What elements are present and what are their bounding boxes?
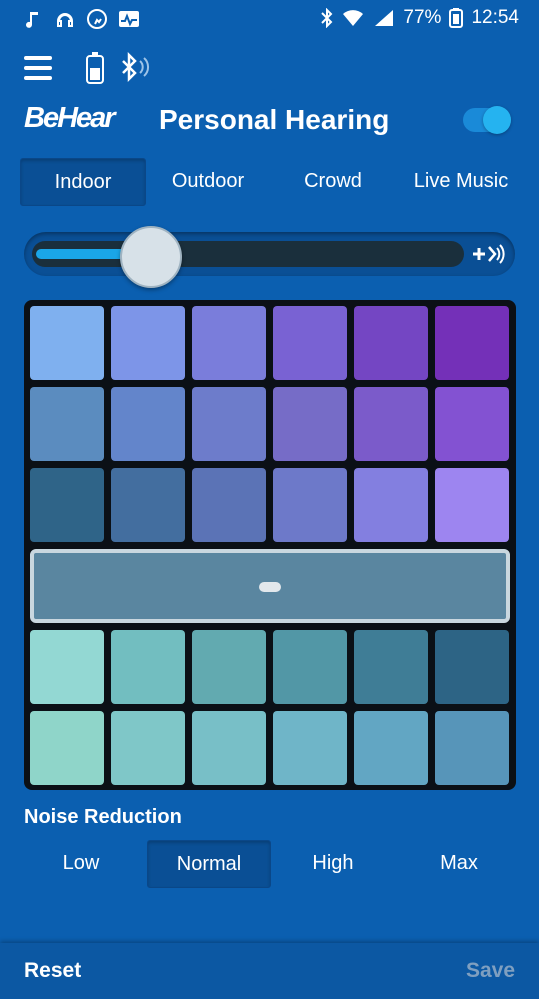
app-toolbar — [0, 44, 539, 94]
signal-icon — [375, 10, 394, 26]
noise-option-normal[interactable]: Normal — [147, 840, 271, 888]
activity-icon — [119, 11, 139, 27]
personal-hearing-toggle[interactable] — [463, 106, 511, 134]
toggle-knob — [483, 106, 511, 134]
option-label: High — [312, 851, 354, 874]
grid-cell[interactable] — [192, 711, 266, 785]
battery-saver-icon — [449, 8, 464, 28]
grid-cell[interactable] — [192, 306, 266, 380]
device-battery-icon — [86, 52, 104, 84]
menu-icon-bar — [24, 76, 52, 80]
save-button[interactable]: Save — [466, 959, 515, 983]
grid-cell[interactable] — [30, 306, 104, 380]
tab-label: Live Music — [413, 169, 509, 192]
tuning-grid — [24, 300, 516, 790]
grid-cell[interactable] — [435, 387, 509, 461]
menu-button[interactable] — [24, 56, 52, 82]
clock: 12:54 — [471, 7, 519, 28]
grid-cell[interactable] — [192, 387, 266, 461]
grid-cell[interactable] — [111, 387, 185, 461]
environment-tabs: Indoor Outdoor Crowd Live Music — [20, 158, 525, 206]
option-label: Low — [62, 851, 100, 874]
battery-percent: 77% — [403, 7, 442, 28]
grid-cell[interactable] — [354, 387, 428, 461]
grid-cell[interactable] — [435, 306, 509, 380]
grid-cell[interactable] — [435, 711, 509, 785]
noise-reduction-options: Low Normal High Max — [20, 840, 525, 888]
status-bar: 77% 12:54 — [0, 0, 539, 38]
balance-bar[interactable] — [30, 549, 510, 623]
grid-cell[interactable] — [273, 468, 347, 542]
option-label: Normal — [176, 852, 242, 875]
tab-outdoor[interactable]: Outdoor — [146, 158, 270, 204]
bluetooth-connected-icon — [122, 52, 150, 82]
header: BeHear Personal Hearing — [0, 96, 539, 144]
grid-cell[interactable] — [111, 468, 185, 542]
tab-indoor[interactable]: Indoor — [20, 158, 146, 206]
music-note-icon — [26, 12, 38, 28]
noise-option-high[interactable]: High — [272, 840, 394, 886]
bottom-action-bar: Reset Save — [0, 943, 539, 999]
behear-logo: BeHear — [24, 102, 116, 134]
grid-cell[interactable] — [111, 711, 185, 785]
grid-cell[interactable] — [30, 468, 104, 542]
grid-cell[interactable] — [354, 711, 428, 785]
grid-cell[interactable] — [273, 630, 347, 704]
tab-label: Crowd — [304, 169, 362, 192]
grid-cell[interactable] — [273, 387, 347, 461]
noise-option-low[interactable]: Low — [20, 840, 142, 886]
grid-cell[interactable] — [111, 306, 185, 380]
reset-button[interactable]: Reset — [24, 959, 81, 983]
grid-cell[interactable] — [273, 711, 347, 785]
tab-label: Indoor — [54, 170, 112, 193]
wifi-icon — [343, 10, 364, 26]
volume-track[interactable] — [32, 241, 464, 267]
balance-handle[interactable] — [259, 582, 281, 592]
tab-crowd[interactable]: Crowd — [270, 158, 396, 204]
volume-slider[interactable] — [24, 226, 515, 288]
grid-cell[interactable] — [30, 630, 104, 704]
grid-cell[interactable] — [354, 468, 428, 542]
noise-option-max[interactable]: Max — [398, 840, 520, 886]
grid-cell[interactable] — [354, 630, 428, 704]
grid-cell[interactable] — [30, 711, 104, 785]
bluetooth-icon — [321, 8, 333, 28]
grid-cell[interactable] — [273, 306, 347, 380]
grid-cell[interactable] — [192, 468, 266, 542]
volume-up-icon[interactable] — [471, 243, 505, 265]
noise-reduction-label: Noise Reduction — [24, 806, 182, 828]
grid-cell[interactable] — [435, 468, 509, 542]
grid-cell[interactable] — [354, 306, 428, 380]
headphones-icon — [57, 13, 73, 27]
menu-icon-bar — [24, 56, 52, 60]
tab-label: Outdoor — [171, 169, 245, 192]
grid-cell[interactable] — [111, 630, 185, 704]
grid-cell[interactable] — [192, 630, 266, 704]
option-label: Max — [440, 851, 478, 874]
page-title: Personal Hearing — [159, 104, 390, 135]
grid-cell[interactable] — [435, 630, 509, 704]
grid-cell[interactable] — [30, 387, 104, 461]
menu-icon-bar — [24, 66, 52, 70]
tab-live-music[interactable]: Live Music — [396, 158, 526, 204]
running-icon — [87, 9, 107, 29]
volume-thumb[interactable] — [120, 226, 182, 288]
